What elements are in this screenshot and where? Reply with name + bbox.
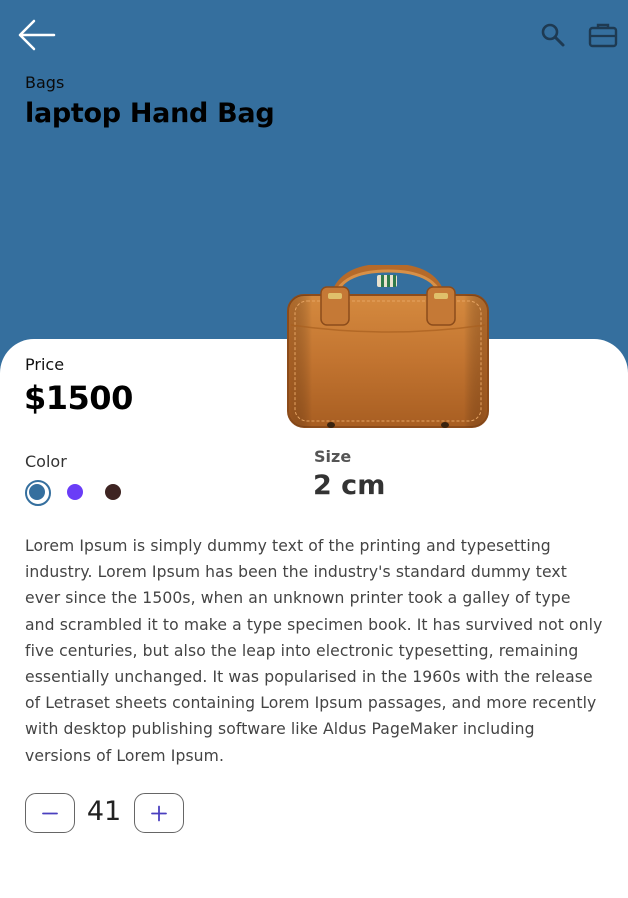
- product-title: laptop Hand Bag: [25, 98, 275, 129]
- product-category: Bags: [25, 73, 65, 92]
- color-swatch-purple[interactable]: [67, 484, 83, 500]
- briefcase-icon: [588, 23, 618, 48]
- color-swatch-blue[interactable]: [25, 480, 51, 506]
- decrease-quantity-button[interactable]: [25, 793, 75, 833]
- cart-button[interactable]: [586, 20, 620, 50]
- product-description: Lorem Ipsum is simply dummy text of the …: [25, 537, 603, 765]
- minus-icon: [42, 812, 58, 815]
- price-value: $1500: [24, 379, 133, 417]
- search-icon: [541, 23, 565, 47]
- color-label: Color: [25, 452, 67, 471]
- color-swatch-brown[interactable]: [105, 484, 121, 500]
- search-button[interactable]: [538, 20, 568, 50]
- back-button[interactable]: [14, 16, 58, 54]
- plus-icon: [151, 805, 167, 822]
- size-label: Size: [314, 447, 352, 466]
- price-label: Price: [25, 355, 65, 374]
- arrow-back-icon: [18, 19, 56, 51]
- quantity-value: 41: [86, 796, 122, 827]
- increase-quantity-button[interactable]: [134, 793, 184, 833]
- product-image: [283, 263, 493, 431]
- color-swatches: [25, 480, 135, 506]
- size-value: 2 cm: [313, 470, 386, 501]
